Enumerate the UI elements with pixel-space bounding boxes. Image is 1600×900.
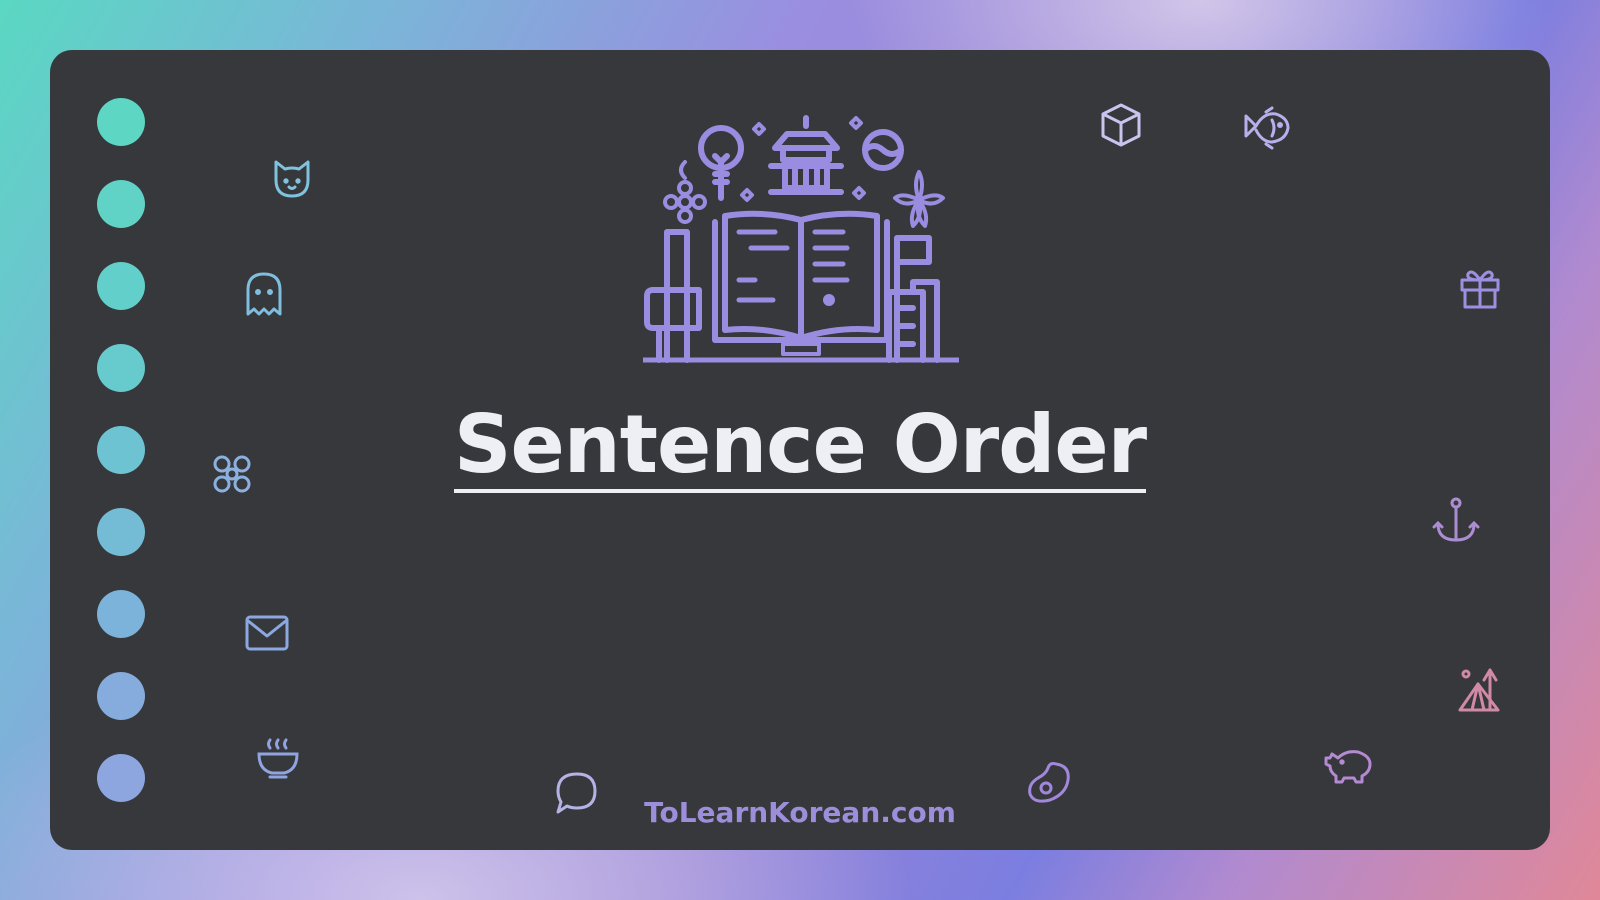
anchor-icon [1432, 496, 1480, 544]
cube-icon [1099, 102, 1143, 148]
side-dot [97, 98, 145, 146]
side-dot [97, 590, 145, 638]
title-wrapper: Sentence Order [0, 405, 1600, 493]
piggy-bank-icon [1324, 744, 1372, 784]
cat-icon [270, 156, 314, 200]
page-title: Sentence Order [453, 398, 1147, 493]
side-dot [97, 672, 145, 720]
side-dot [97, 754, 145, 802]
ghost-icon [244, 270, 284, 318]
side-dot [97, 262, 145, 310]
side-dot [97, 344, 145, 392]
soup-bowl-icon [256, 736, 300, 780]
side-dot [97, 180, 145, 228]
book-pagoda-illustration [640, 112, 962, 369]
camping-icon [1458, 666, 1506, 714]
side-dot [97, 508, 145, 556]
mail-icon [244, 614, 290, 652]
site-footer-text: ToLearnKorean.com [644, 796, 956, 829]
gift-icon [1458, 266, 1502, 310]
fish-icon [1242, 106, 1290, 150]
